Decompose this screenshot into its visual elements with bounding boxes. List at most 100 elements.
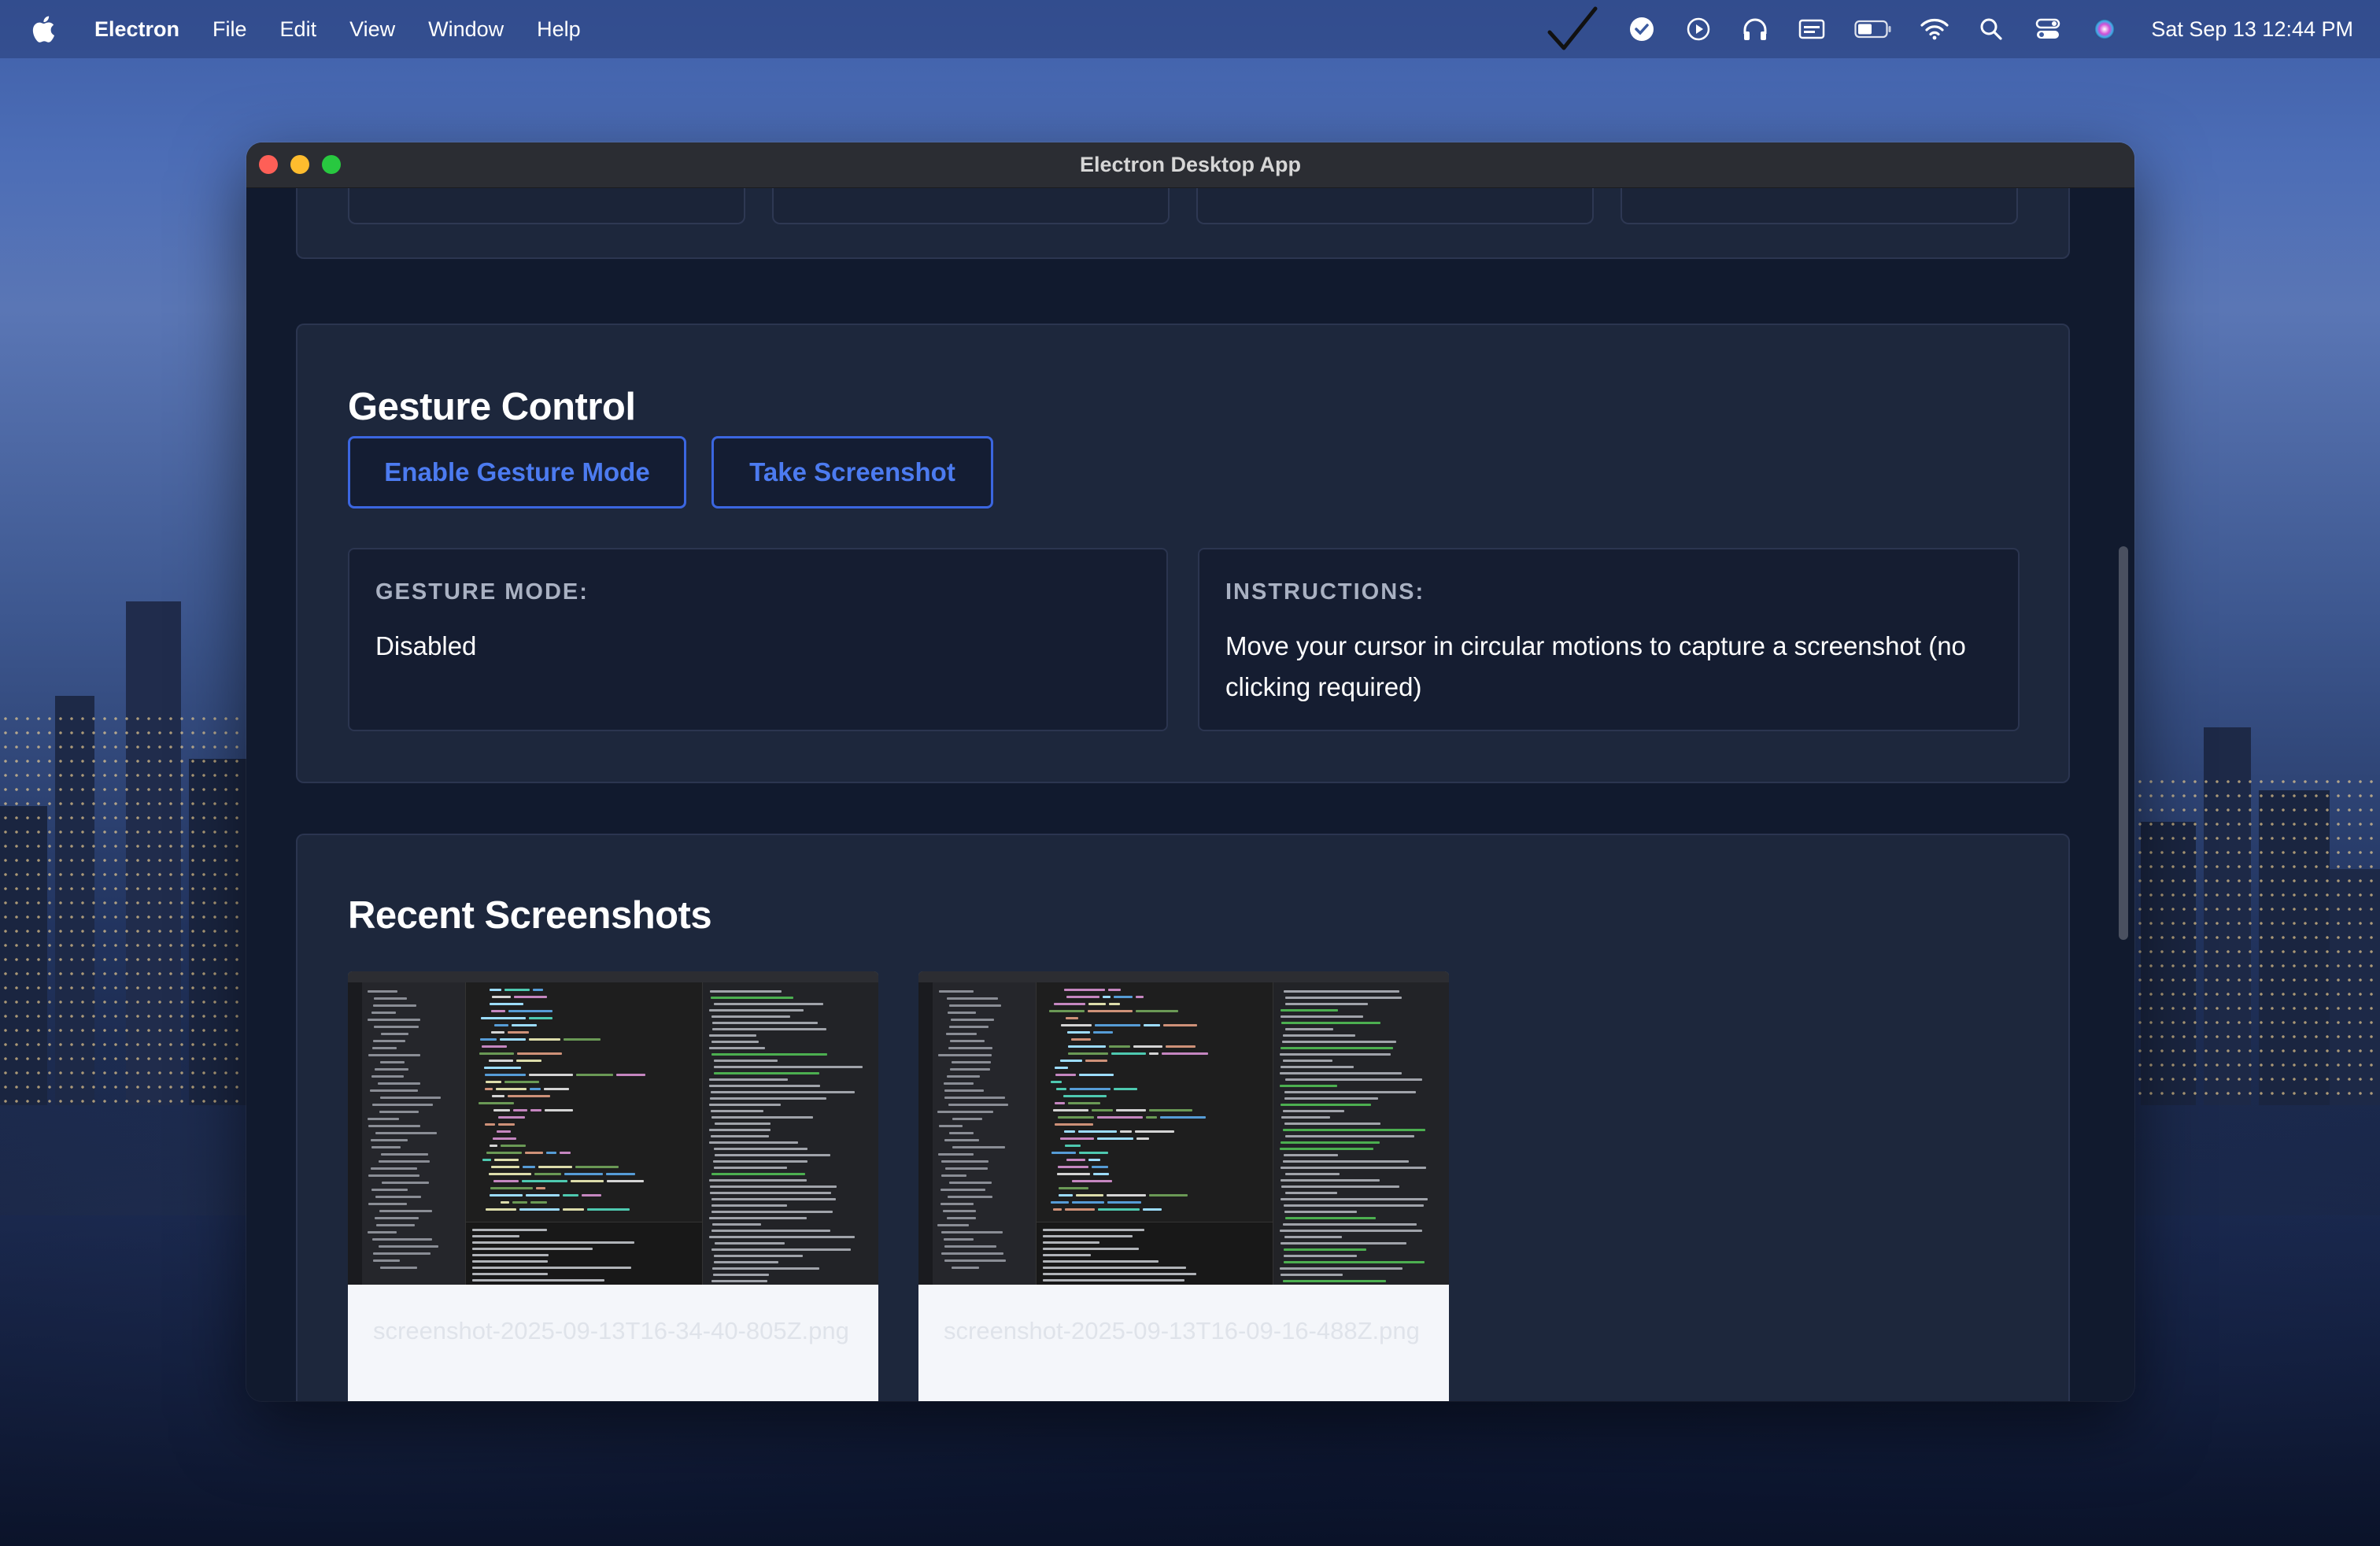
preview-code-line: [1285, 1173, 1340, 1175]
instructions-text: Move your cursor in circular motions to …: [1225, 631, 1966, 701]
preview-code-line: [951, 1019, 994, 1021]
preview-code-line: [498, 1116, 525, 1119]
preview-code-line: [1283, 1280, 1386, 1282]
preview-code-line: [508, 1095, 550, 1097]
task-check-icon[interactable]: [1627, 14, 1657, 44]
preview-code-line: [490, 1187, 533, 1189]
preview-code-line: [1284, 1248, 1366, 1251]
menu-file[interactable]: File: [213, 17, 247, 42]
preview-code-line: [944, 1245, 996, 1248]
vertical-scrollbar[interactable]: [2119, 546, 2128, 940]
preview-code-line: [712, 1267, 819, 1270]
preview-code-line: [379, 1111, 419, 1113]
preview-code-line: [937, 1111, 993, 1113]
close-button[interactable]: [259, 155, 278, 174]
preview-code-line: [374, 997, 407, 1000]
enable-gesture-mode-button[interactable]: Enable Gesture Mode: [348, 436, 686, 509]
preview-code-line: [514, 996, 547, 998]
preview-code-line: [1135, 1130, 1174, 1133]
preview-code-line: [709, 1009, 804, 1012]
preview-code-line: [944, 1097, 1005, 1099]
menu-app-name[interactable]: Electron: [94, 17, 179, 42]
app-content[interactable]: Gesture Control Enable Gesture Mode Take…: [246, 188, 2134, 1401]
battery-icon[interactable]: [1853, 14, 1893, 44]
preview-code-line: [714, 1060, 778, 1062]
preview-code-line: [1072, 1180, 1112, 1182]
menu-help[interactable]: Help: [537, 17, 581, 42]
search-icon[interactable]: [1976, 14, 2006, 44]
preview-code-line: [368, 1118, 399, 1120]
preview-code-line: [1049, 1010, 1085, 1012]
preview-code-line: [480, 1038, 497, 1041]
preview-code-line: [368, 1054, 420, 1056]
preview-code-line: [1281, 1047, 1393, 1049]
preview-code-line: [1043, 1248, 1139, 1250]
preview-code-line: [948, 1104, 1008, 1106]
preview-code-line: [1059, 1187, 1088, 1189]
preview-code-line: [1107, 1194, 1146, 1196]
preview-code-line: [481, 1017, 526, 1019]
control-center-icon[interactable]: [2033, 14, 2063, 44]
headphones-icon[interactable]: [1740, 14, 1770, 44]
preview-code-line: [500, 1038, 526, 1041]
preview-code-line: [1285, 1003, 1368, 1005]
preview-code-line: [582, 1194, 601, 1196]
preview-code-line: [1143, 1208, 1162, 1211]
preview-code-line: [1066, 1159, 1085, 1161]
menubar-clock[interactable]: Sat Sep 13 12:44 PM: [2151, 17, 2353, 42]
preview-code-line: [368, 990, 397, 993]
gesture-control-title: Gesture Control: [348, 386, 636, 428]
preview-code-line: [944, 1259, 1006, 1262]
preview-code-line: [941, 1252, 1003, 1255]
preview-code-line: [715, 1242, 785, 1245]
preview-code-line: [1068, 1102, 1100, 1104]
preview-code-line: [711, 1015, 790, 1018]
window-controls: [259, 155, 341, 174]
preview-code-line: [1281, 1009, 1338, 1012]
take-screenshot-button[interactable]: Take Screenshot: [711, 436, 993, 509]
preview-code-line: [530, 1109, 541, 1111]
preview-code-line: [1136, 996, 1144, 998]
preview-code-line: [941, 1174, 966, 1177]
preview-code-line: [948, 1196, 992, 1198]
preview-code-line: [530, 1201, 547, 1204]
window-titlebar[interactable]: Electron Desktop App: [246, 142, 2134, 188]
preview-code-line: [711, 1280, 767, 1282]
minimize-button[interactable]: [290, 155, 309, 174]
preview-code-line: [1280, 1267, 1402, 1270]
preview-code-line: [1088, 1010, 1133, 1012]
preview-code-line: [1092, 1166, 1108, 1168]
preview-code-line: [1284, 1097, 1378, 1100]
preview-code-line: [947, 1217, 976, 1219]
zoom-button[interactable]: [322, 155, 341, 174]
screenshot-thumbnail[interactable]: screenshot-2025-09-13T16-09-16-488Z.png: [918, 971, 1449, 1401]
preview-code-line: [1281, 1104, 1371, 1106]
menu-view[interactable]: View: [349, 17, 395, 42]
preview-code-line: [711, 1198, 836, 1200]
preview-code-line: [1060, 1060, 1082, 1062]
preview-code-line: [952, 1118, 982, 1120]
checkmark-icon[interactable]: [1545, 6, 1600, 53]
preview-code-line: [379, 1245, 438, 1248]
preview-code-line: [711, 1041, 759, 1043]
apple-menu-icon[interactable]: [31, 16, 55, 43]
preview-code-line: [1064, 989, 1105, 991]
menu-edit[interactable]: Edit: [280, 17, 317, 42]
preview-code-line: [529, 1017, 552, 1019]
preview-code-line: [1136, 1137, 1149, 1140]
preview-code-line: [492, 1095, 504, 1097]
display-icon[interactable]: [1797, 14, 1827, 44]
preview-code-line: [479, 1052, 514, 1055]
play-circle-icon[interactable]: [1683, 14, 1713, 44]
preview-code-line: [494, 1024, 508, 1026]
preview-code-line: [513, 1109, 527, 1111]
siri-icon[interactable]: [2090, 14, 2119, 44]
preview-code-line: [371, 1146, 401, 1148]
preview-code-line: [1065, 1145, 1081, 1147]
wifi-icon[interactable]: [1920, 14, 1949, 44]
preview-code-line: [1284, 1091, 1416, 1093]
preview-code-line: [944, 1082, 974, 1085]
preview-code-line: [491, 1031, 504, 1034]
screenshot-thumbnail[interactable]: screenshot-2025-09-13T16-34-40-805Z.png: [348, 971, 878, 1401]
menu-window[interactable]: Window: [428, 17, 504, 42]
